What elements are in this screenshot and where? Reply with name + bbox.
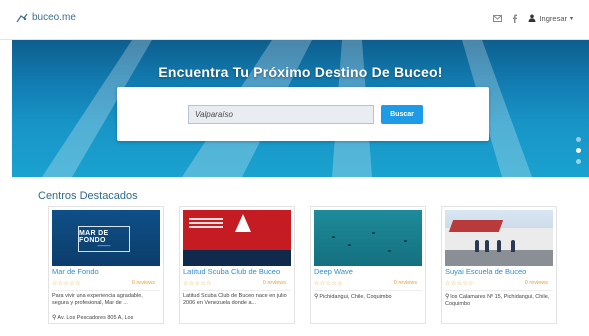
fish-decoration bbox=[388, 250, 391, 252]
carousel-dot-active[interactable] bbox=[576, 148, 581, 153]
login-label: Ingresar bbox=[539, 13, 567, 23]
review-count[interactable]: 0 reviews bbox=[525, 280, 548, 286]
person-figure bbox=[511, 240, 515, 252]
search-button[interactable]: Buscar bbox=[381, 105, 423, 124]
banner-navy-strip bbox=[183, 250, 291, 266]
location-text: Pichidangui, Chile, Coquimbo bbox=[319, 294, 392, 300]
card-title[interactable]: Suyai Escuela de Buceo bbox=[445, 267, 557, 276]
carousel-indicators bbox=[576, 137, 581, 164]
person-figure bbox=[497, 240, 501, 252]
card-image[interactable]: MAR DE FONDO ━━━━━━ bbox=[52, 210, 160, 266]
dive-center-card[interactable]: Suyai Escuela de Buceo ☆☆☆☆☆ 0 reviews ⚲… bbox=[441, 206, 557, 324]
dive-center-card[interactable]: Deep Wave ☆☆☆☆☆ 0 reviews ⚲Pichidangui, … bbox=[310, 206, 426, 324]
page: buceo.me Ingresar ▾ Encuentra Tu Próximo… bbox=[0, 0, 589, 336]
card-location: ⚲los Calamares Nº 15, Pichidangui, Chile… bbox=[445, 294, 555, 308]
diver-logo-icon bbox=[16, 13, 28, 23]
red-awning bbox=[448, 220, 504, 232]
map-pin-icon: ⚲ bbox=[52, 315, 57, 321]
review-count[interactable]: 0 reviews bbox=[394, 280, 417, 286]
card-divider bbox=[445, 290, 553, 291]
map-pin-icon: ⚲ bbox=[445, 294, 450, 300]
fish-decoration bbox=[404, 240, 407, 242]
fish-decoration bbox=[372, 232, 375, 234]
fish-decoration bbox=[332, 236, 335, 238]
facebook-icon[interactable] bbox=[510, 13, 520, 23]
card-divider bbox=[183, 290, 291, 291]
location-text: Av. Los Pescadores 805 A, Los bbox=[57, 315, 134, 321]
nav-right: Ingresar ▾ bbox=[492, 13, 573, 23]
card-divider bbox=[52, 290, 160, 291]
person-figure bbox=[475, 240, 479, 252]
top-navbar: buceo.me Ingresar ▾ bbox=[0, 0, 589, 40]
star-rating: ☆☆☆☆☆ bbox=[314, 281, 343, 287]
login-dropdown[interactable]: Ingresar ▾ bbox=[528, 14, 573, 23]
chevron-down-icon: ▾ bbox=[569, 15, 573, 22]
banner-text-lines bbox=[189, 218, 223, 232]
star-rating: ☆☆☆☆☆ bbox=[183, 281, 212, 287]
sailboat-shape bbox=[235, 214, 251, 232]
star-rating: ☆☆☆☆☆ bbox=[52, 281, 81, 287]
mail-icon[interactable] bbox=[492, 13, 502, 23]
mar-de-fondo-logo: MAR DE FONDO ━━━━━━ bbox=[78, 226, 130, 252]
carousel-dot[interactable] bbox=[576, 159, 581, 164]
card-title[interactable]: Deep Wave bbox=[314, 267, 426, 276]
brand-name: buceo.me bbox=[32, 12, 76, 23]
card-description: Latitud Scuba Club de Buceo nace en juli… bbox=[183, 293, 287, 306]
dive-center-card[interactable]: Latitud Scuba Club de Buceo ☆☆☆☆☆ 0 revi… bbox=[179, 206, 295, 324]
destination-search-input[interactable] bbox=[188, 105, 374, 124]
carousel-dot[interactable] bbox=[576, 137, 581, 142]
review-count[interactable]: 0 reviews bbox=[132, 280, 155, 286]
dive-center-card[interactable]: MAR DE FONDO ━━━━━━ Mar de Fondo ☆☆☆☆☆ 0… bbox=[48, 206, 164, 324]
ground bbox=[445, 250, 553, 266]
location-text: los Calamares Nº 15, Pichidangui, Chile,… bbox=[445, 294, 550, 307]
map-pin-icon: ⚲ bbox=[314, 294, 319, 300]
user-icon bbox=[528, 14, 536, 22]
card-divider bbox=[314, 290, 422, 291]
card-image[interactable] bbox=[183, 210, 291, 266]
brand-link[interactable]: buceo.me bbox=[16, 12, 76, 23]
hero-banner: Encuentra Tu Próximo Destino De Buceo! B… bbox=[12, 40, 589, 177]
search-panel: Buscar bbox=[117, 87, 489, 141]
logo-tagline-decoration: ━━━━━━ bbox=[97, 244, 111, 248]
review-count[interactable]: 0 reviews bbox=[263, 280, 286, 286]
card-location: ⚲Av. Los Pescadores 805 A, Los bbox=[52, 315, 162, 322]
card-image[interactable] bbox=[445, 210, 553, 266]
card-description: Para vivir una experiencia agradable, se… bbox=[52, 293, 143, 306]
card-image[interactable] bbox=[314, 210, 422, 266]
star-rating: ☆☆☆☆☆ bbox=[445, 281, 474, 287]
card-title[interactable]: Latitud Scuba Club de Buceo bbox=[183, 267, 295, 276]
hero-title: Encuentra Tu Próximo Destino De Buceo! bbox=[158, 64, 443, 80]
logo-text: MAR DE FONDO bbox=[79, 230, 109, 244]
person-figure bbox=[485, 240, 489, 252]
card-location: ⚲Pichidangui, Chile, Coquimbo bbox=[314, 294, 424, 301]
card-title[interactable]: Mar de Fondo bbox=[52, 267, 164, 276]
section-title: Centros Destacados bbox=[38, 190, 138, 202]
fish-decoration bbox=[348, 244, 351, 246]
